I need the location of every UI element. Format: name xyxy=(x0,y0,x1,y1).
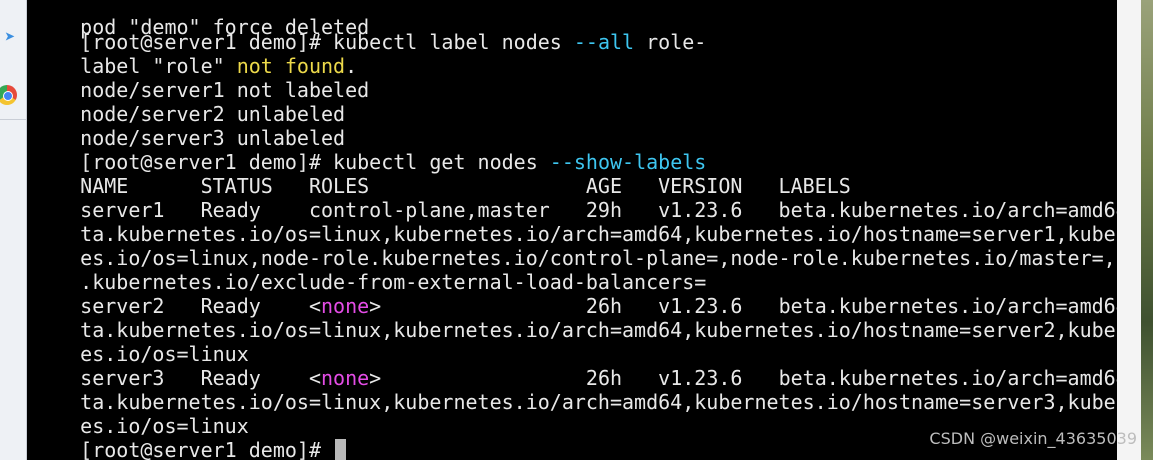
desktop-background xyxy=(1117,0,1153,460)
wallpaper-strip xyxy=(1141,0,1153,460)
chrome-icon[interactable] xyxy=(0,80,20,110)
terminal-output-line: node/server2 unlabeled xyxy=(80,102,346,126)
table-row-server3-wrap: es.io/os=linux xyxy=(80,414,249,438)
terminal-cursor xyxy=(335,439,347,460)
sidebar-divider xyxy=(0,119,26,120)
table-row-server3: server3 Ready <none> 26h v1.23.6 beta.ku… xyxy=(80,366,1117,390)
terminal-command-label-nodes: [root@server1 demo]# kubectl label nodes… xyxy=(80,30,707,54)
table-row-server1-wrap: ta.kubernetes.io/os=linux,kubernetes.io/… xyxy=(80,222,1117,246)
table-row-server2-wrap: es.io/os=linux xyxy=(80,342,249,366)
terminal-command-get-nodes: [root@server1 demo]# kubectl get nodes -… xyxy=(80,150,707,174)
watermark: CSDN @weixin_43635039 xyxy=(929,429,1137,448)
table-row-server1-wrap: .kubernetes.io/exclude-from-external-loa… xyxy=(80,270,707,294)
terminal-output-line: node/server1 not labeled xyxy=(80,78,370,102)
prompt: [root@server1 demo]# xyxy=(80,438,334,460)
terminal-window[interactable]: pod "demo" force deleted [root@server1 d… xyxy=(27,0,1117,460)
table-header: NAME STATUS ROLES AGE VERSION LABELS xyxy=(80,174,851,198)
table-row-server1-wrap: es.io/os=linux,node-role.kubernetes.io/c… xyxy=(80,246,1117,270)
terminal-input-line[interactable]: [root@server1 demo]# xyxy=(32,414,347,460)
table-row-server2-wrap: ta.kubernetes.io/os=linux,kubernetes.io/… xyxy=(80,318,1117,342)
terminal-output-line: label "role" not found. xyxy=(80,54,358,78)
send-icon[interactable]: ➤ xyxy=(0,22,20,52)
table-row-server1: server1 Ready control-plane,master 29h v… xyxy=(80,198,1117,222)
terminal-output-line: node/server3 unlabeled xyxy=(80,126,346,150)
table-row-server3-wrap: ta.kubernetes.io/os=linux,kubernetes.io/… xyxy=(80,390,1117,414)
left-sidebar: ➤ xyxy=(0,0,27,460)
table-row-server2: server2 Ready <none> 26h v1.23.6 beta.ku… xyxy=(80,294,1117,318)
